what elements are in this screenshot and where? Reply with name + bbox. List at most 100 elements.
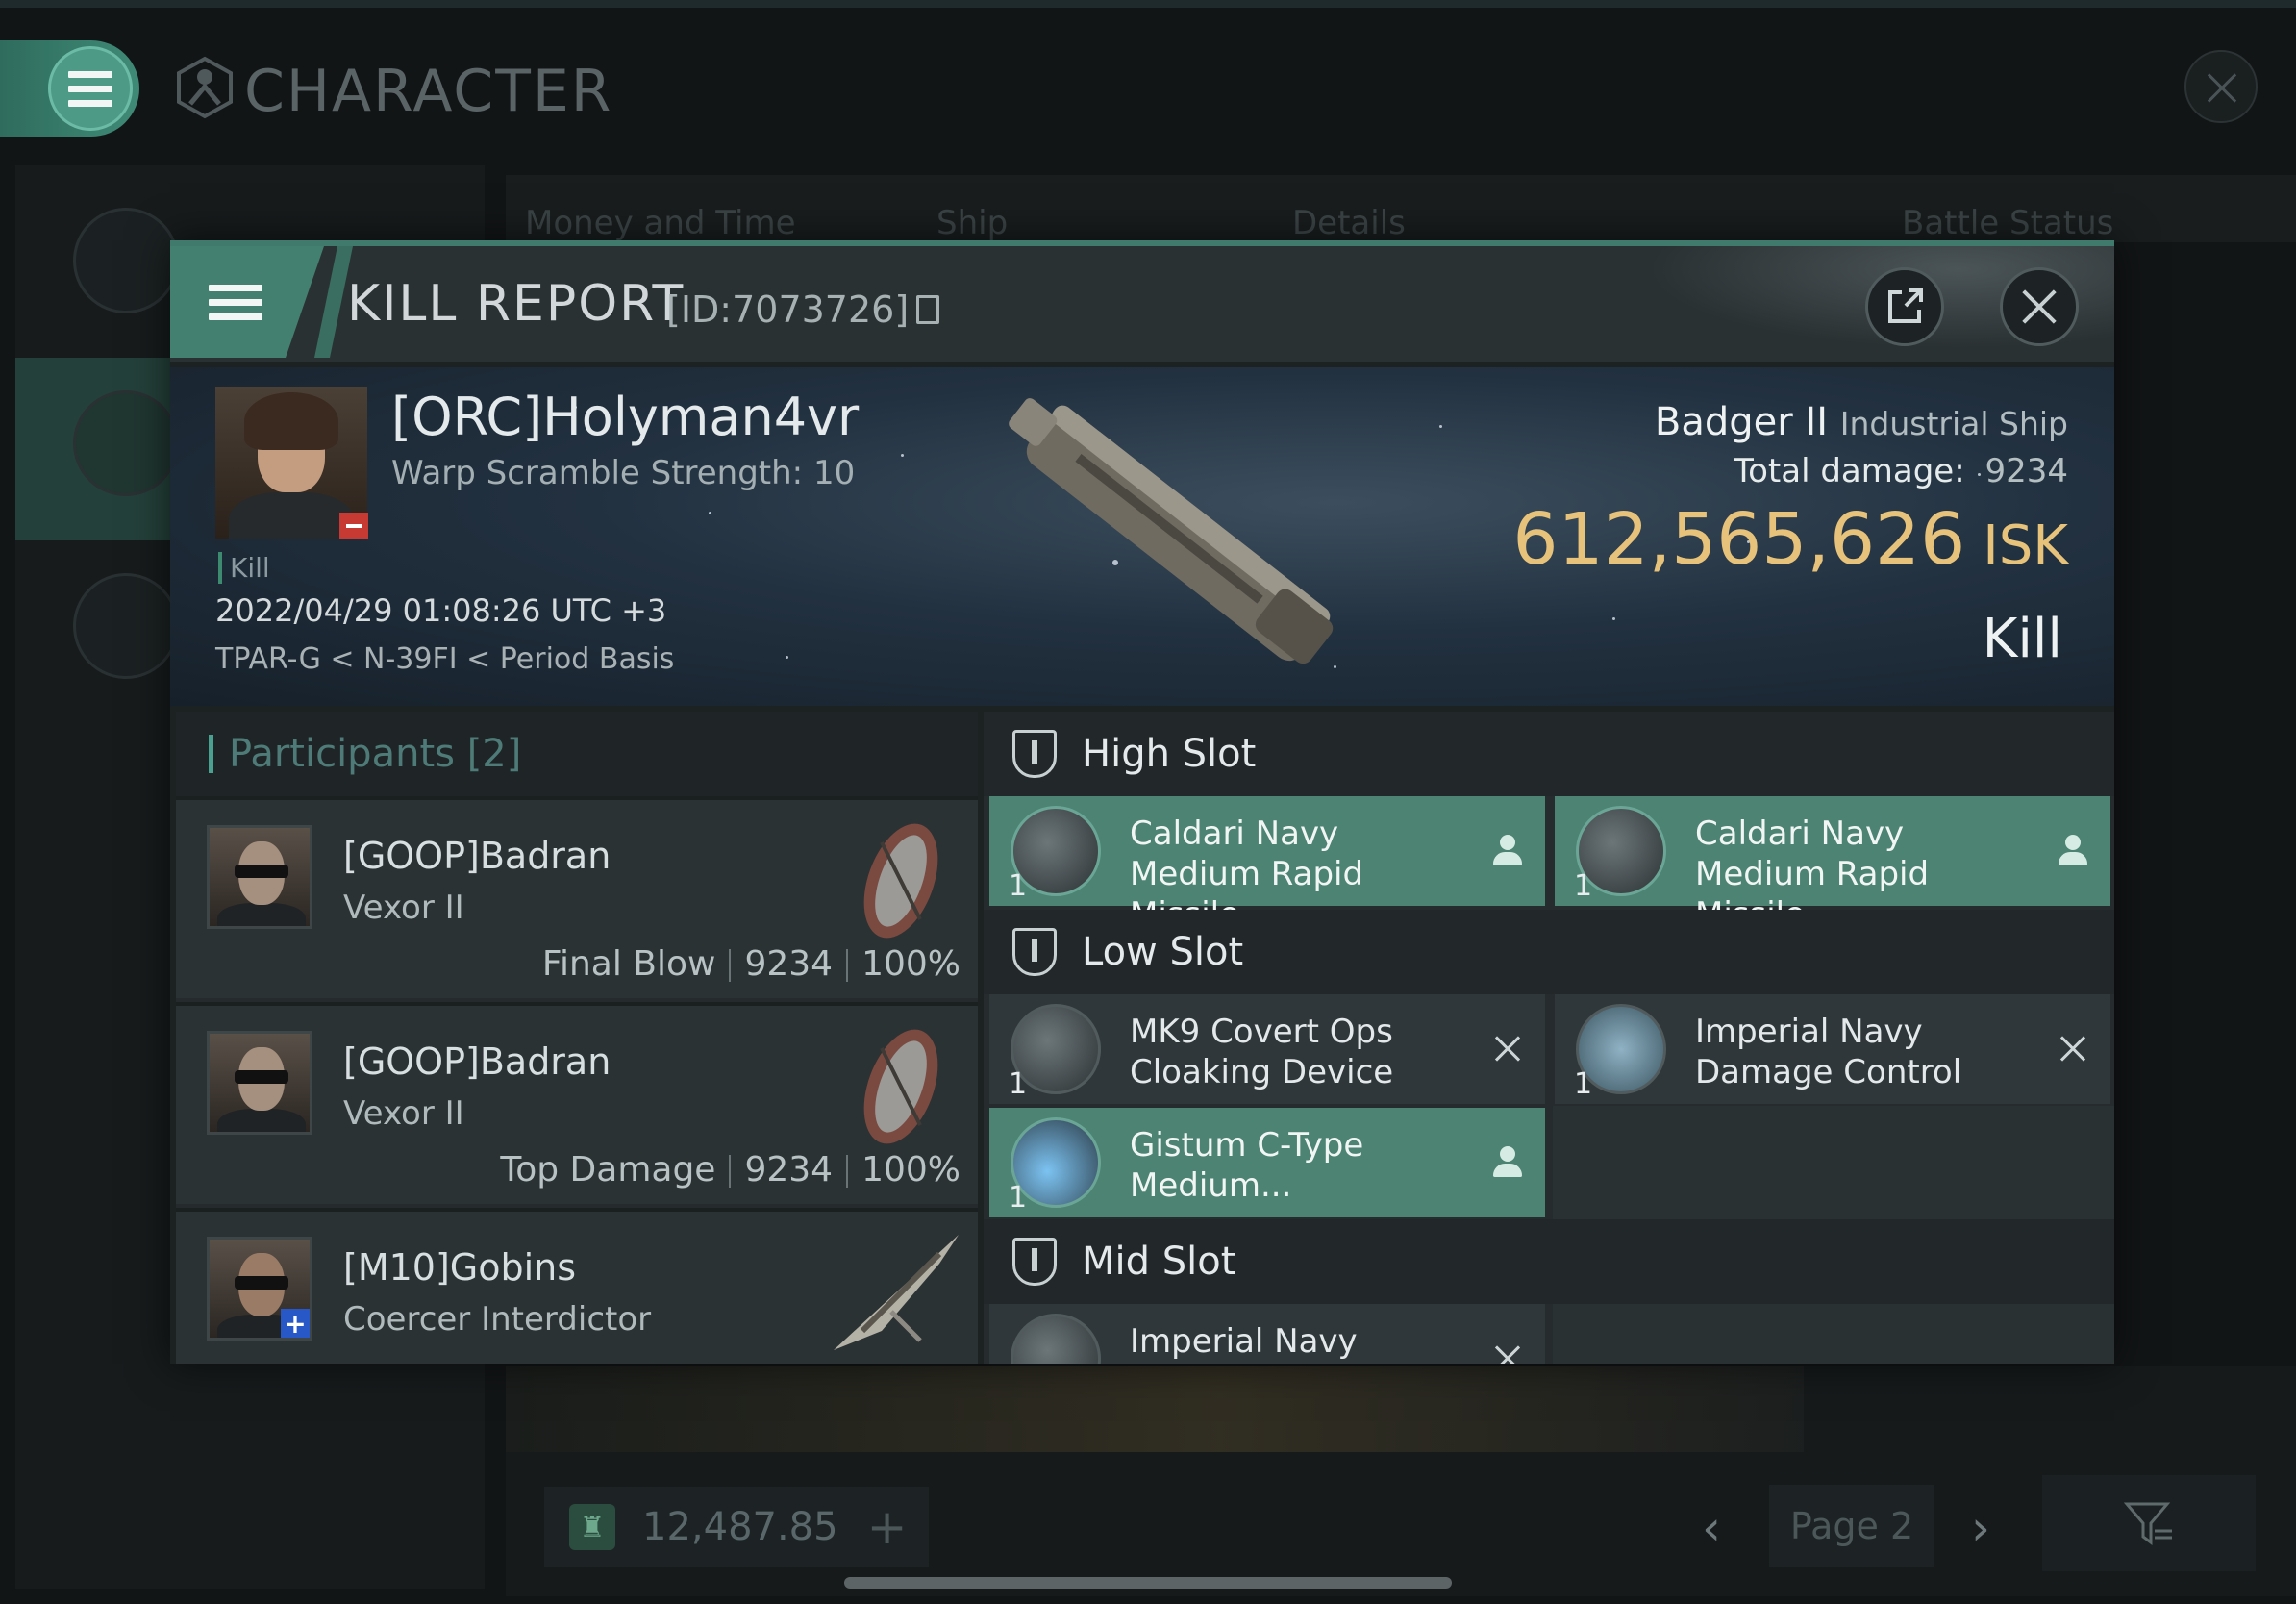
slot-icon [1012,1238,1057,1286]
fitting-panel: High Slot 1 Caldari Navy Medium Rapid Mi… [984,712,2114,1364]
participant-ship: Coercer Interdictor [343,1300,652,1339]
page-indicator: Page 2 [1769,1485,1934,1567]
low-slot-header: Low Slot [984,910,2114,994]
high-slot-title: High Slot [1082,732,1257,776]
vexor-ship-image [863,823,938,939]
crossed-swords-icon[interactable] [73,390,179,496]
hostile-standing-icon [339,513,368,539]
main-menu-button[interactable] [0,40,139,137]
low-slot-title: Low Slot [1082,930,1244,974]
copy-icon[interactable] [916,295,940,324]
participant-damage: 9234 [744,944,834,984]
module-name: Imperial Navy Damage Control [1695,1013,1962,1091]
tab-details[interactable]: Details [1292,204,1406,242]
module-item[interactable]: 1 Gistum C-Type Medium... [989,1108,1545,1217]
ship-type: Badger II [1654,400,1829,444]
mid-slot-title: Mid Slot [1082,1240,1236,1284]
participant-stats: Final Blow 9234 100% [542,944,961,984]
participant-name: [GOOP]Badran [343,1040,611,1083]
module-item[interactable]: 1 MK9 Covert Ops Cloaking Device [989,994,1545,1104]
tab-money-and-time[interactable]: Money and Time [525,204,796,242]
next-page-button[interactable]: › [1971,1500,1990,1556]
participant-role: Final Blow [541,944,716,984]
participant-avatar [207,1031,312,1135]
kill-report-dialog: KILL REPORT [ID:7073726] [ORC]Holyman4vr… [170,240,2114,1364]
isk-amount: 612,565,626 [1512,498,1966,581]
menu-icon [209,284,262,320]
victim-name[interactable]: [ORC]Holyman4vr [391,387,859,447]
participant-row[interactable]: + [M10]Gobins Coercer Interdictor [176,1208,978,1364]
module-name: Gistum C-Type Medium... [1130,1126,1364,1205]
participant-percent: 100% [861,1150,961,1190]
participant-name: [M10]Gobins [343,1246,577,1289]
close-icon [2019,287,2059,327]
top-accent-bar [0,0,2296,8]
participant-avatar: + [207,1237,312,1341]
dropped-icon [2057,835,2089,867]
menu-icon [48,46,133,131]
slot-icon [1012,730,1057,778]
isk-value: 612,565,626 ISK [1512,498,2068,581]
kill-type-tag: Kill [218,552,270,584]
isk-unit: ISK [1983,514,2068,577]
close-button[interactable] [2000,267,2079,346]
close-window-button[interactable] [2184,50,2258,123]
kill-id[interactable]: [ID:7073726] [666,288,940,331]
participant-ship: Vexor II [343,889,464,927]
wallet-balance: 12,487.85 [642,1505,838,1549]
participants-panel: Participants [2] [GOOP]Badran Vexor II F… [176,712,978,1364]
tab-bar: Money and Time Ship Details Battle Statu… [506,175,2296,242]
sidebar-list-button[interactable] [73,208,179,313]
kill-result: Kill [1982,608,2062,670]
participant-row[interactable]: [GOOP]Badran Vexor II Top Damage 9234 100% [176,1002,978,1204]
scrollbar[interactable] [844,1577,1452,1589]
participant-name: [GOOP]Badran [343,835,611,877]
list-item-preview [506,1366,1804,1452]
module-quantity: 1 [1574,1067,1593,1101]
module-quantity: 1 [1009,1067,1028,1101]
kill-report-menu-button[interactable] [170,246,324,358]
filter-icon [2124,1502,2172,1545]
kill-id-label: [ID:7073726] [666,288,910,331]
character-header: CHARACTER [0,29,2296,154]
module-item[interactable]: 1 Imperial Navy [989,1304,1545,1364]
dropped-icon [1491,1146,1524,1179]
module-quantity: 1 [1009,869,1028,903]
participant-role: Top Damage [500,1150,716,1190]
page-title: CHARACTER [244,58,613,125]
wallet: ♜ 12,487.85 + [544,1487,929,1567]
total-damage: Total damage: 9234 [1734,452,2068,490]
add-funds-button[interactable]: + [867,1499,908,1555]
kill-datetime: 2022/04/29 01:08:26 UTC +3 [215,592,667,629]
module-item[interactable]: 1 Imperial Navy Damage Control [1555,994,2110,1104]
destroyed-icon [1491,1033,1524,1065]
star-icon[interactable] [73,573,179,679]
participant-ship: Vexor II [343,1094,464,1133]
tab-ship[interactable]: Ship [936,204,1008,242]
destroyed-icon [1491,1342,1524,1364]
module-item[interactable]: 1 Caldari Navy Medium Rapid Missile... [1555,796,2110,934]
kill-report-title: KILL REPORT [347,275,686,333]
kill-location[interactable]: TPAR-G < N-39FI < Period Basis [215,642,674,676]
participants-header: Participants [2] [176,712,978,796]
mid-slot-header: Mid Slot [984,1219,2114,1304]
participant-row[interactable]: [GOOP]Badran Vexor II Final Blow 9234 100% [176,796,978,998]
module-item[interactable]: 1 Caldari Navy Medium Rapid Missile... [989,796,1545,934]
total-damage-label: Total damage: [1734,452,1965,490]
external-link-icon [1888,288,1923,323]
kill-banner: [ORC]Holyman4vr Warp Scramble Strength: … [170,367,2114,706]
ammo-icon [1011,1314,1101,1364]
ship-name[interactable]: Badger II Industrial Ship [1655,400,2068,444]
previous-page-button[interactable]: ‹ [1702,1500,1721,1556]
participants-label: Participants [229,732,455,776]
module-name: MK9 Covert Ops Cloaking Device [1130,1013,1394,1091]
total-damage-value: 9234 [1984,452,2068,490]
share-button[interactable] [1865,267,1944,346]
tab-battle-status[interactable]: Battle Status [1902,204,2113,242]
dropped-icon [1491,835,1524,867]
character-icon [177,56,233,119]
participant-percent: 100% [861,944,961,984]
vexor-ship-image [863,1029,938,1144]
filter-button[interactable] [2042,1475,2256,1571]
plex-icon: ♜ [569,1504,615,1550]
